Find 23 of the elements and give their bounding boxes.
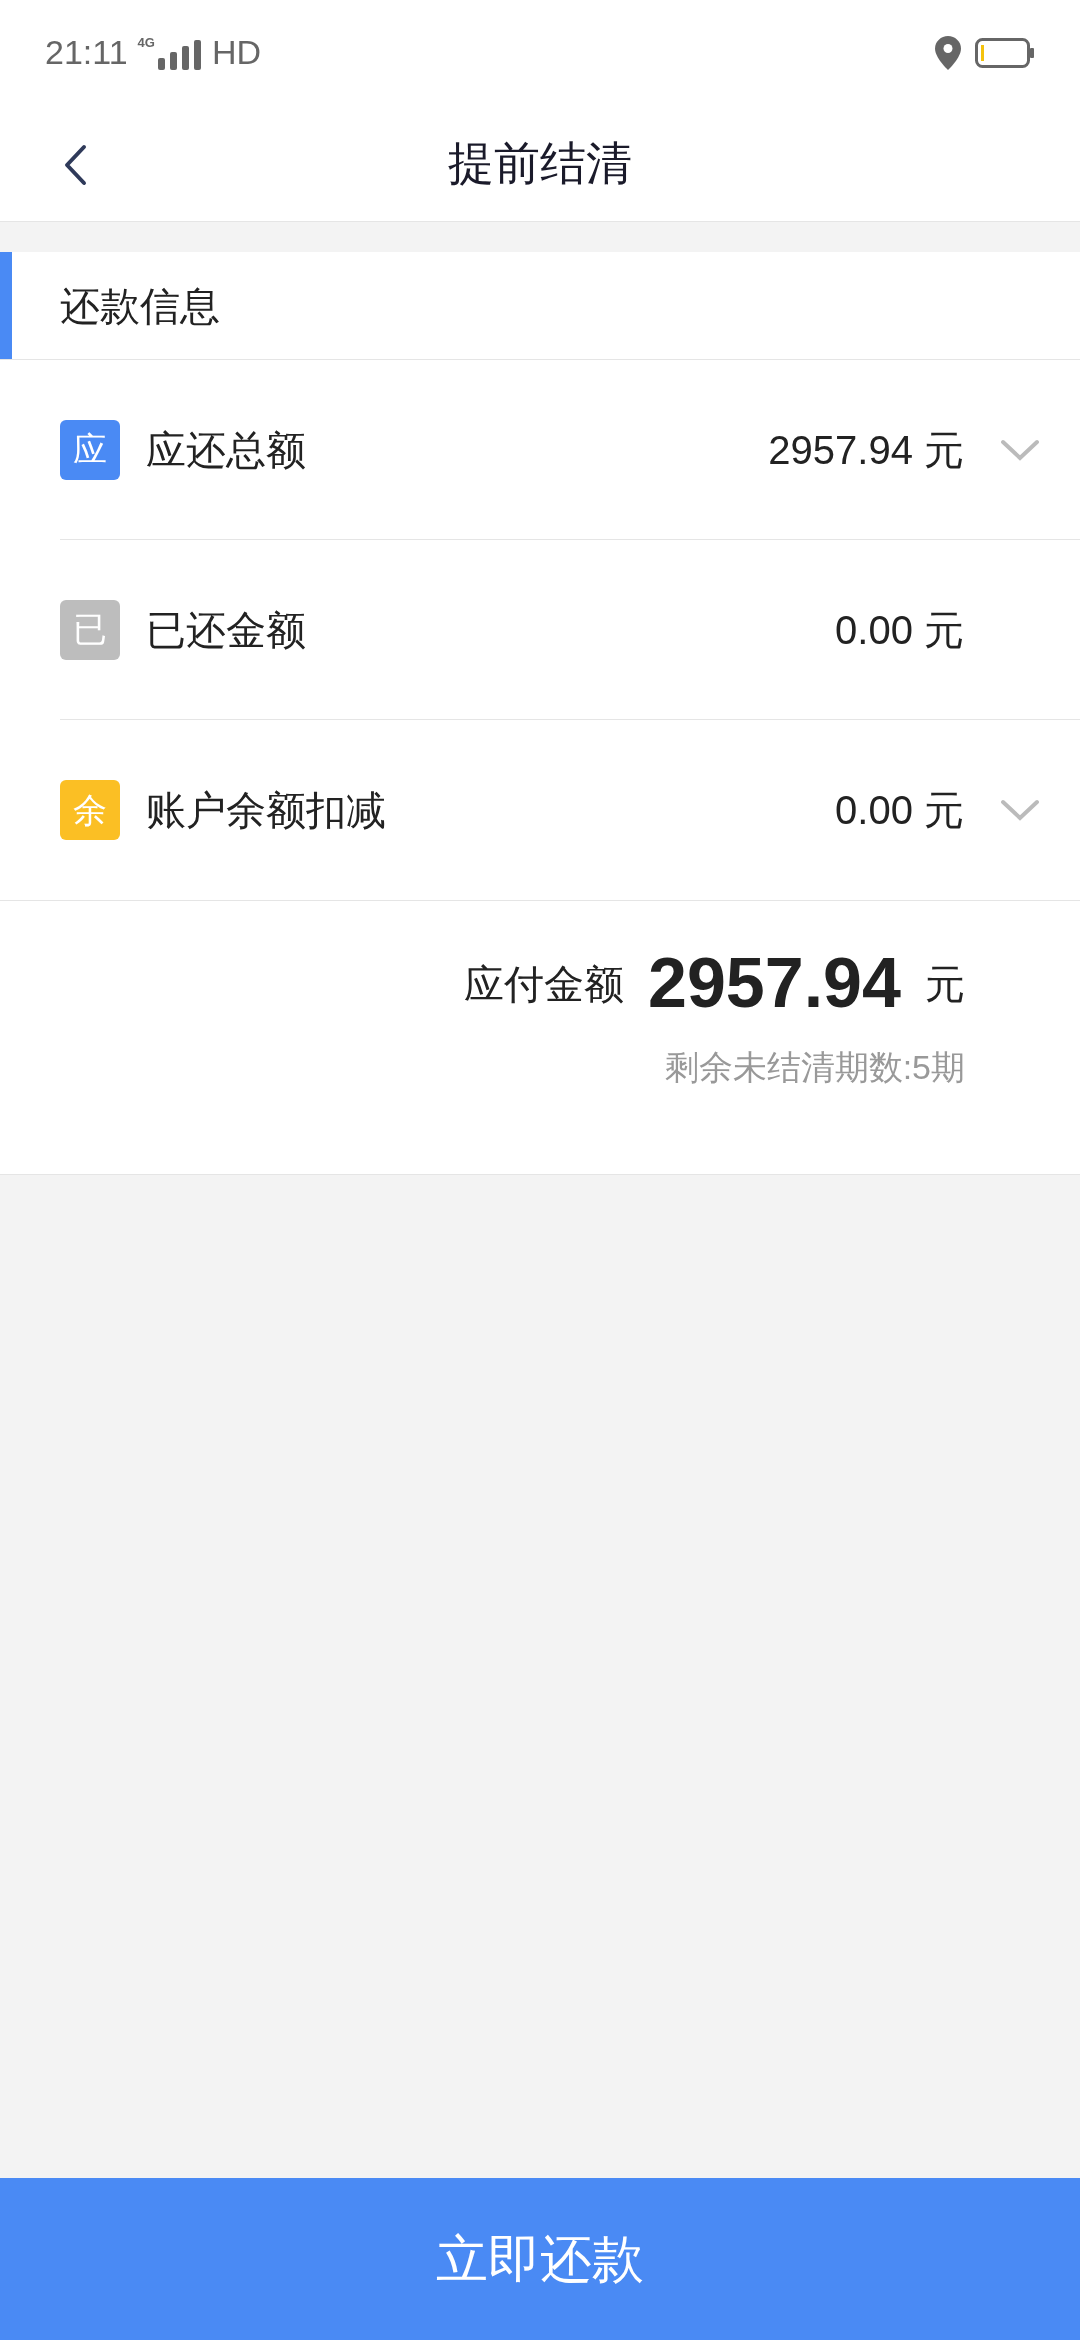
row-label: 账户余额扣减: [146, 787, 386, 834]
row-badge: 已: [60, 599, 120, 660]
chevron-down-icon[interactable]: [1000, 438, 1040, 461]
row-value: 2957.94 元: [768, 426, 964, 474]
row-label: 已还金额: [146, 606, 306, 654]
summary-amount: 2957.94: [647, 943, 901, 1024]
back-icon: [63, 144, 87, 186]
location-icon: [935, 35, 961, 70]
page-title: 提前结清: [448, 135, 632, 191]
remaining-periods: 剩余未结清期数:5期: [664, 1047, 965, 1088]
row-value: 0.00 元: [835, 606, 964, 654]
row-badge: 应: [60, 419, 120, 480]
pay-now-button[interactable]: 立即还款: [0, 2178, 1080, 2340]
hd-indicator: HD: [211, 32, 261, 73]
summary-label: 应付金额: [463, 960, 624, 1008]
row-value: 0.00 元: [835, 787, 964, 834]
row-badge: 余: [60, 780, 120, 840]
status-time: 21:11: [45, 32, 128, 73]
section-title: 还款信息: [60, 282, 220, 330]
summary-unit: 元: [925, 960, 965, 1008]
battery-icon: [975, 37, 1035, 68]
row-label: 应还总额: [146, 426, 306, 474]
chevron-down-icon[interactable]: [1000, 799, 1040, 821]
